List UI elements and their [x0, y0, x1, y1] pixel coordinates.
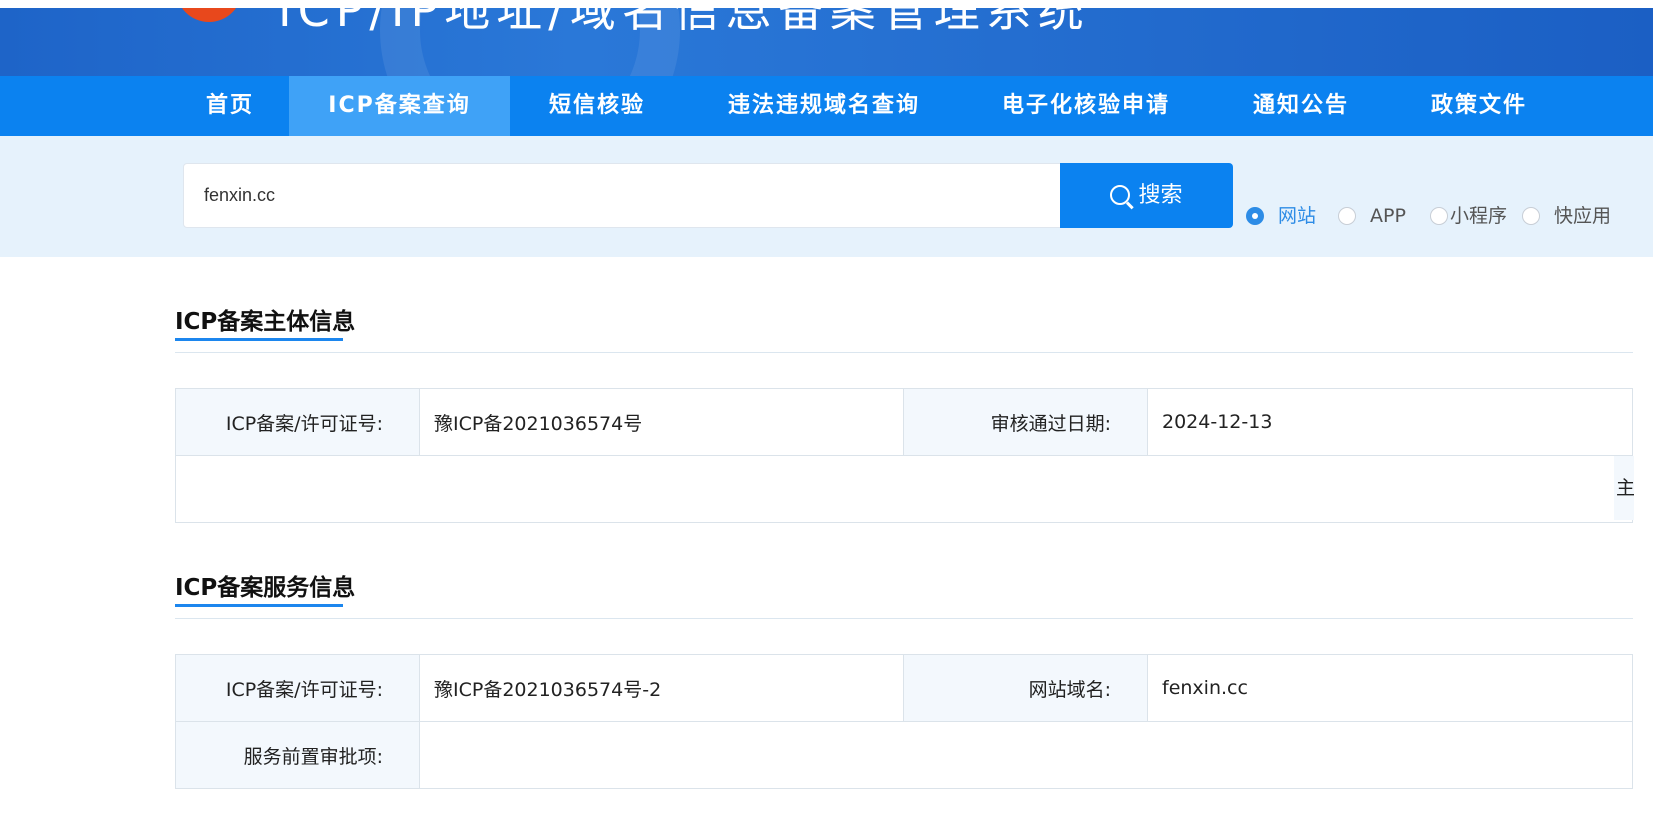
- search-input[interactable]: [183, 163, 1061, 228]
- nav-item-e-verify[interactable]: 电子化核验申请: [986, 76, 1186, 136]
- nav-item-sms-verify[interactable]: 短信核验: [530, 76, 664, 136]
- approval-date-label: 审核通过日期:: [903, 388, 1148, 456]
- nav-item-notices[interactable]: 通知公告: [1236, 76, 1366, 136]
- section-title-underline: [175, 338, 343, 341]
- radio-app[interactable]: APP: [1338, 204, 1406, 228]
- radio-website-label: 网站: [1278, 205, 1317, 227]
- search-button-label: 搜索: [1138, 183, 1183, 208]
- top-banner: ICP/IP地址/域名信息备案管理系统: [0, 0, 1653, 76]
- license-value: 豫ICP备2021036574号: [419, 388, 904, 456]
- search-icon: [1110, 185, 1131, 205]
- section-divider: [175, 618, 1633, 619]
- radio-checked-icon: [1246, 207, 1264, 225]
- service-info-table: ICP备案/许可证号: 豫ICP备2021036574号-2 网站域名: fen…: [175, 654, 1633, 789]
- nav-item-policy[interactable]: 政策文件: [1414, 76, 1544, 136]
- radio-website[interactable]: 网站: [1246, 204, 1316, 228]
- license-label: ICP备案/许可证号:: [175, 388, 420, 456]
- radio-mini-program-label: 小程序: [1450, 205, 1508, 227]
- section-title-service: ICP备案服务信息: [175, 575, 356, 601]
- table-row: ICP备案/许可证号: 豫ICP备2021036574号 审核通过日期: 202…: [175, 388, 1633, 456]
- service-license-value: 豫ICP备2021036574号-2: [419, 654, 904, 722]
- table-row: 服务前置审批项:: [175, 721, 1633, 789]
- radio-mini-program[interactable]: 小程序: [1430, 204, 1507, 228]
- domain-label: 网站域名:: [903, 654, 1148, 722]
- service-license-label: ICP备案/许可证号:: [175, 654, 420, 722]
- nav-item-illegal-domain[interactable]: 违法违规域名查询: [712, 76, 936, 136]
- radio-quick-app[interactable]: 快应用: [1522, 204, 1611, 228]
- table-row: 主: [175, 455, 1634, 523]
- radio-unchecked-icon: [1522, 207, 1540, 225]
- browser-edge: [0, 0, 1653, 8]
- section-title-subject: ICP备案主体信息: [175, 309, 356, 335]
- radio-quick-app-label: 快应用: [1554, 205, 1612, 227]
- search-button[interactable]: 搜索: [1060, 163, 1233, 228]
- nav-item-home[interactable]: 首页: [175, 76, 285, 136]
- approval-date-value: 2024-12-13: [1147, 388, 1633, 456]
- subject-info-table: ICP备案/许可证号: 豫ICP备2021036574号 审核通过日期: 202…: [175, 388, 1634, 523]
- radio-unchecked-icon: [1430, 207, 1448, 225]
- radio-unchecked-icon: [1338, 207, 1356, 225]
- radio-app-label: APP: [1370, 205, 1406, 227]
- table-row: ICP备案/许可证号: 豫ICP备2021036574号-2 网站域名: fen…: [175, 654, 1633, 722]
- section-title-underline: [175, 604, 343, 607]
- preapproval-label: 服务前置审批项:: [175, 721, 420, 789]
- section-divider: [175, 352, 1633, 353]
- nav-item-icp-query[interactable]: ICP备案查询: [289, 76, 510, 136]
- domain-value: fenxin.cc: [1147, 654, 1633, 722]
- preapproval-value: [419, 721, 1633, 789]
- clipped-label: 主: [1614, 456, 1634, 520]
- clipped-row: 主: [175, 455, 1634, 523]
- main-nav: 首页 ICP备案查询 短信核验 违法违规域名查询 电子化核验申请 通知公告 政策…: [0, 76, 1653, 136]
